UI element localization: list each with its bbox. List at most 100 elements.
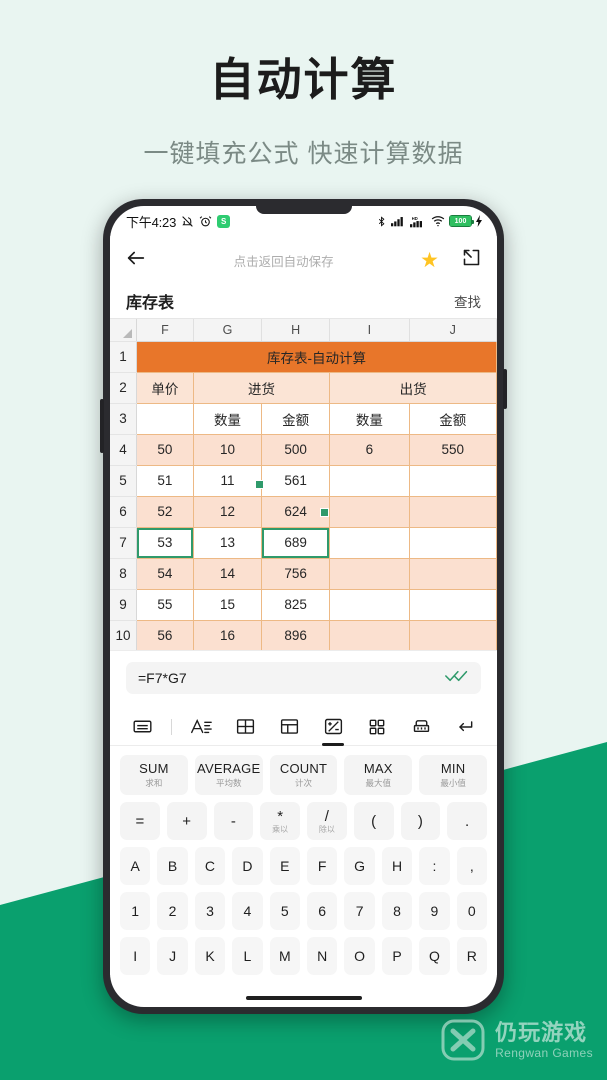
function-key-sum[interactable]: SUM 求和 — [120, 755, 188, 795]
cell-G6[interactable]: 12 — [193, 496, 263, 528]
key-h[interactable]: H — [381, 847, 413, 885]
key-2[interactable]: 2 — [157, 892, 188, 930]
subheader-cell-out-amount[interactable]: 金额 — [409, 403, 497, 435]
key-g[interactable]: G — [344, 847, 375, 885]
cell-G7[interactable]: 13 — [193, 527, 263, 559]
key-f[interactable]: F — [307, 847, 338, 885]
enter-return-icon[interactable] — [450, 708, 480, 746]
row-header-3[interactable]: 3 — [110, 403, 137, 435]
star-icon[interactable]: ★ — [420, 250, 439, 271]
key-l[interactable]: L — [232, 937, 263, 975]
cell-J10[interactable] — [409, 620, 497, 650]
function-key-average[interactable]: AVERAGE 平均数 — [194, 755, 263, 795]
selection-handle-top[interactable] — [255, 480, 264, 489]
key-7[interactable]: 7 — [344, 892, 375, 930]
row-header-2[interactable]: 2 — [110, 372, 137, 404]
function-key-min[interactable]: MIN 最小值 — [419, 755, 487, 795]
table-grid-icon[interactable] — [230, 708, 260, 746]
row-header-10[interactable]: 10 — [110, 620, 137, 650]
cell-F7[interactable]: 53 — [136, 527, 194, 559]
back-arrow-icon[interactable] — [125, 247, 147, 274]
key-b[interactable]: B — [157, 847, 188, 885]
key-k[interactable]: K — [194, 937, 226, 975]
cell-H5[interactable]: 561 — [261, 465, 331, 497]
cell-J6[interactable] — [409, 496, 497, 528]
cell-I5[interactable] — [329, 465, 410, 497]
sheet-banner-title[interactable]: 库存表-自动计算 — [136, 341, 497, 373]
cell-F8[interactable]: 54 — [136, 558, 194, 590]
row-header-1[interactable]: 1 — [110, 341, 137, 373]
text-format-icon[interactable] — [186, 708, 216, 746]
key-colon[interactable]: : — [419, 847, 450, 885]
cell-J7[interactable] — [409, 527, 497, 559]
key-j[interactable]: J — [157, 937, 188, 975]
cell-F6[interactable]: 52 — [136, 496, 194, 528]
key-3[interactable]: 3 — [194, 892, 226, 930]
cell-H10[interactable]: 896 — [261, 620, 331, 650]
key-q[interactable]: Q — [419, 937, 450, 975]
key-n[interactable]: N — [307, 937, 338, 975]
key-0[interactable]: 0 — [456, 892, 488, 930]
key-m[interactable]: M — [269, 937, 300, 975]
operator-key-plus[interactable]: + — [166, 802, 207, 840]
header-cell-unit-price[interactable]: 单价 — [136, 372, 194, 404]
cell-J9[interactable] — [409, 589, 497, 621]
operator-key-multiply[interactable]: * 乘以 — [260, 802, 300, 840]
operator-key-dot[interactable]: . — [447, 802, 487, 840]
row-header-9[interactable]: 9 — [110, 589, 137, 621]
column-header-G[interactable]: G — [193, 319, 263, 342]
cell-G9[interactable]: 15 — [193, 589, 263, 621]
column-header-H[interactable]: H — [261, 319, 331, 342]
row-header-6[interactable]: 6 — [110, 496, 137, 528]
column-header-J[interactable]: J — [409, 319, 497, 342]
key-4[interactable]: 4 — [232, 892, 263, 930]
row-header-4[interactable]: 4 — [110, 434, 137, 466]
key-c[interactable]: C — [194, 847, 226, 885]
operator-key-minus[interactable]: - — [213, 802, 254, 840]
cell-H4[interactable]: 500 — [261, 434, 331, 466]
cell-J4[interactable]: 550 — [409, 434, 497, 466]
cell-I9[interactable] — [329, 589, 410, 621]
cell-H7[interactable]: 689 — [261, 527, 331, 559]
double-check-icon[interactable] — [445, 669, 469, 687]
subheader-cell-in-qty[interactable]: 数量 — [193, 403, 263, 435]
key-9[interactable]: 9 — [419, 892, 450, 930]
key-d[interactable]: D — [232, 847, 263, 885]
cell-I4[interactable]: 6 — [329, 434, 410, 466]
key-o[interactable]: O — [344, 937, 375, 975]
cell-G4[interactable]: 10 — [193, 434, 263, 466]
keyboard-icon[interactable] — [127, 708, 157, 746]
key-p[interactable]: P — [381, 937, 413, 975]
formula-icon[interactable] — [318, 708, 348, 746]
header-cell-outbound[interactable]: 出货 — [329, 372, 497, 404]
formula-input[interactable]: =F7*G7 — [126, 662, 481, 694]
cell-F4[interactable]: 50 — [136, 434, 194, 466]
operator-key-equals[interactable]: = — [120, 802, 160, 840]
apps-grid-icon[interactable] — [362, 708, 392, 746]
find-button[interactable]: 查找 — [454, 291, 481, 311]
selection-handle-bottom[interactable] — [320, 508, 329, 517]
cell-G8[interactable]: 14 — [193, 558, 263, 590]
cell-I10[interactable] — [329, 620, 410, 650]
key-8[interactable]: 8 — [381, 892, 413, 930]
cell-I8[interactable] — [329, 558, 410, 590]
cell-G5[interactable]: 11 — [193, 465, 263, 497]
layout-panel-icon[interactable] — [274, 708, 304, 746]
key-comma[interactable]: , — [456, 847, 488, 885]
function-key-max[interactable]: MAX 最大值 — [344, 755, 413, 795]
key-a[interactable]: A — [119, 847, 151, 885]
cell-I7[interactable] — [329, 527, 410, 559]
row-header-7[interactable]: 7 — [110, 527, 137, 559]
spreadsheet-grid[interactable]: F G H I J 1 库存表-自动计算 2 单价 进货 出货 3 数量 金额 数量 金额 4 50 10 500 6 5… — [110, 318, 497, 650]
share-export-icon[interactable] — [461, 247, 482, 273]
operator-key-paren-close[interactable]: ) — [400, 802, 441, 840]
cell-F10[interactable]: 56 — [136, 620, 194, 650]
column-header-F[interactable]: F — [136, 319, 194, 342]
operator-key-paren-open[interactable]: ( — [353, 802, 394, 840]
cell-J5[interactable] — [409, 465, 497, 497]
subheader-cell-out-qty[interactable]: 数量 — [329, 403, 410, 435]
cell-F9[interactable]: 55 — [136, 589, 194, 621]
key-e[interactable]: E — [269, 847, 300, 885]
subheader-cell-in-amount[interactable]: 金额 — [261, 403, 331, 435]
cell-H8[interactable]: 756 — [261, 558, 331, 590]
